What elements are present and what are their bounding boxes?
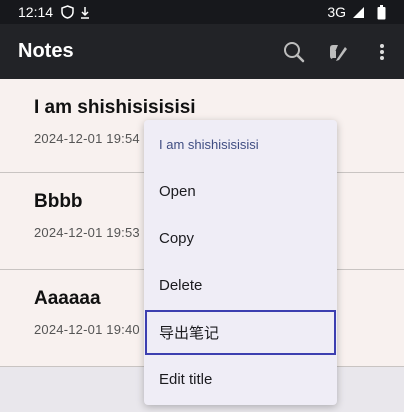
app-title: Notes <box>18 40 74 62</box>
download-arrow-icon <box>80 6 90 19</box>
signal-icon <box>352 6 365 19</box>
context-menu: I am shishisisisisi Open Copy Delete 导出笔… <box>144 120 337 405</box>
battery-icon <box>377 4 386 20</box>
menu-item-edit-title[interactable]: Edit title <box>144 356 337 403</box>
more-vert-icon[interactable] <box>360 30 404 74</box>
status-bar: 12:14 3G <box>0 0 404 24</box>
network-type: 3G <box>327 4 346 20</box>
new-note-icon[interactable] <box>316 30 360 74</box>
search-icon[interactable] <box>272 30 316 74</box>
context-menu-header: I am shishisisisisi <box>159 137 259 152</box>
menu-item-open[interactable]: Open <box>144 168 337 215</box>
note-title: I am shishisisisisi <box>34 97 196 118</box>
shield-icon <box>61 5 74 19</box>
menu-item-copy[interactable]: Copy <box>144 215 337 262</box>
menu-item-export-note[interactable]: 导出笔记 <box>144 309 337 356</box>
app-bar: Notes <box>0 24 404 79</box>
screen: 12:14 3G Notes I am shishisisisisi 2024-… <box>0 0 404 412</box>
menu-item-delete[interactable]: Delete <box>144 262 337 309</box>
status-time: 12:14 <box>18 4 54 20</box>
